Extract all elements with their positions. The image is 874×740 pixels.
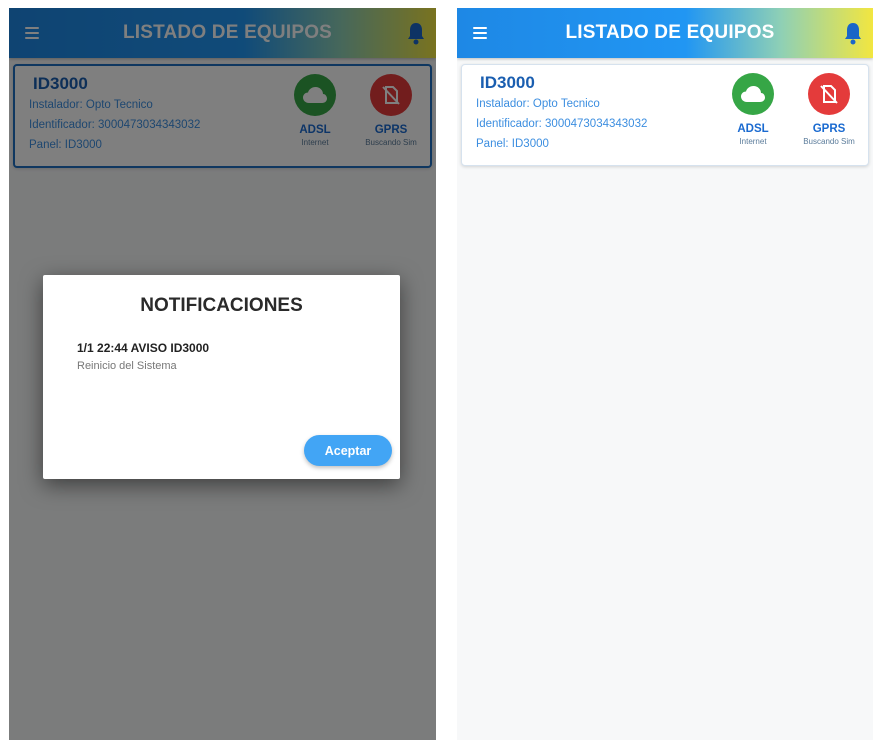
app-bar: LISTADO DE EQUIPOS	[457, 8, 873, 58]
no-sim-icon	[808, 73, 850, 115]
menu-icon[interactable]	[473, 27, 487, 39]
adsl-label: ADSL	[737, 123, 769, 135]
notification-title: 1/1 22:44 AVISO ID3000	[77, 341, 210, 355]
gprs-status[interactable]: GPRS Buscando Sim	[794, 73, 864, 146]
screen-with-dialog: LISTADO DE EQUIPOS ID3000 Instalador: Op…	[9, 8, 436, 740]
cloud-icon	[732, 73, 774, 115]
accept-button[interactable]: Aceptar	[304, 435, 392, 466]
device-panel: Panel: ID3000	[476, 138, 549, 150]
notification-description: Reinicio del Sistema	[77, 360, 177, 372]
screen-list: LISTADO DE EQUIPOS ID3000 Instalador: Op…	[457, 8, 873, 740]
device-installer: Instalador: Opto Tecnico	[476, 98, 600, 110]
device-identification: Identificador: 3000473034343032	[476, 118, 648, 130]
dialog-title: NOTIFICACIONES	[140, 295, 303, 316]
adsl-sub: Internet	[739, 137, 767, 146]
page-title: LISTADO DE EQUIPOS	[565, 22, 775, 43]
gprs-label: GPRS	[812, 123, 846, 135]
device-card[interactable]: ID3000 Instalador: Opto Tecnico Identifi…	[461, 64, 869, 166]
notifications-dialog: NOTIFICACIONES 1/1 22:44 AVISO ID3000 Re…	[43, 275, 400, 479]
bell-icon[interactable]	[843, 21, 863, 45]
gprs-sub: Buscando Sim	[803, 137, 855, 146]
adsl-status[interactable]: ADSL Internet	[718, 73, 788, 146]
device-id: ID3000	[480, 73, 535, 92]
